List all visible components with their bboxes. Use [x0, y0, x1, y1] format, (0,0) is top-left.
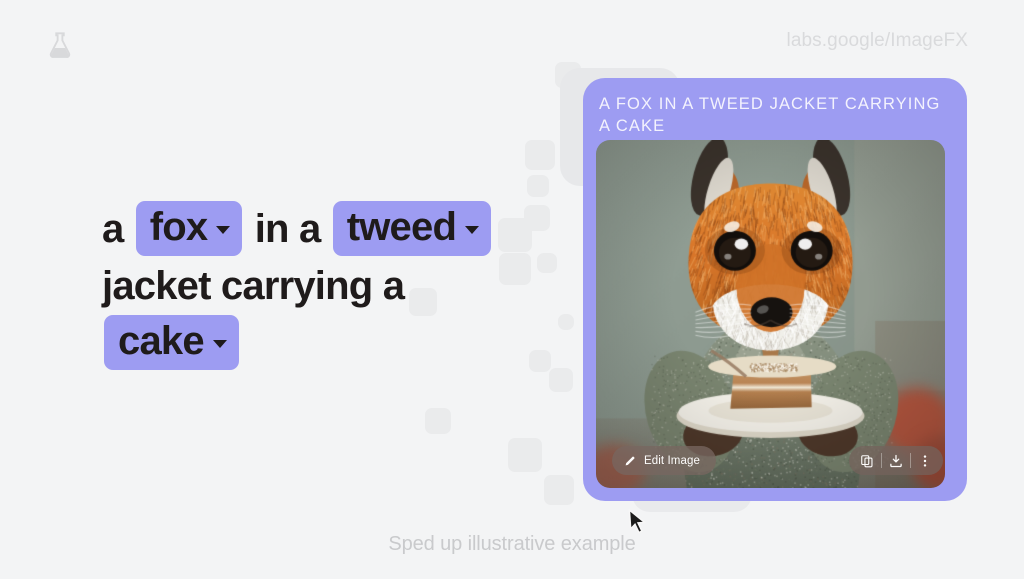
generated-image-canvas [596, 140, 945, 488]
edit-image-label: Edit Image [644, 455, 700, 467]
decorative-square [549, 368, 573, 392]
prompt-chip-fox[interactable]: fox [136, 201, 243, 256]
chevron-down-icon[interactable] [465, 226, 479, 234]
prompt-line-1: a fox in a tweed [102, 200, 522, 257]
prompt-editor[interactable]: a fox in a tweed jacket carrying a cake [102, 200, 522, 371]
decorative-square [537, 253, 557, 273]
chevron-down-icon[interactable] [213, 340, 227, 348]
brand-wordmark: labs.google/ImageFX [787, 30, 968, 52]
image-actions-toolbar [849, 446, 943, 475]
decorative-square [558, 314, 574, 330]
prompt-line-2: jacket carrying a [102, 257, 522, 314]
prompt-chip-tweed[interactable]: tweed [333, 201, 491, 256]
generated-image[interactable] [596, 140, 945, 488]
copy-icon [860, 454, 874, 468]
download-icon [889, 454, 903, 468]
copy-button[interactable] [853, 446, 881, 475]
more-options-icon [918, 454, 932, 468]
prompt-text-segment: a [102, 209, 134, 249]
decorative-square [525, 140, 555, 170]
decorative-square [425, 408, 451, 434]
prompt-chip-label: fox [150, 207, 208, 247]
decorative-square [508, 438, 542, 472]
app-root: labs.google/ImageFX a fox in a tweed jac… [0, 0, 1024, 579]
flask-icon[interactable] [45, 30, 75, 60]
download-button[interactable] [882, 446, 910, 475]
chevron-down-icon[interactable] [216, 226, 230, 234]
footer-caption: Sped up illustrative example [0, 533, 1024, 556]
decorative-square [544, 475, 574, 505]
pencil-icon [624, 454, 637, 467]
decorative-square [527, 175, 549, 197]
prompt-line-3: cake [102, 314, 522, 371]
edit-image-button[interactable]: Edit Image [612, 446, 716, 475]
prompt-text-segment: jacket carrying a [102, 266, 404, 306]
result-card-title: A FOX IN A TWEED JACKET CARRYING A CAKE [596, 94, 954, 138]
prompt-text-segment: in a [244, 209, 330, 249]
more-options-button[interactable] [911, 446, 939, 475]
prompt-chip-cake[interactable]: cake [104, 315, 239, 370]
prompt-chip-label: cake [118, 321, 204, 361]
mouse-pointer-icon [628, 509, 647, 536]
prompt-chip-label: tweed [347, 207, 456, 247]
decorative-square [529, 350, 551, 372]
